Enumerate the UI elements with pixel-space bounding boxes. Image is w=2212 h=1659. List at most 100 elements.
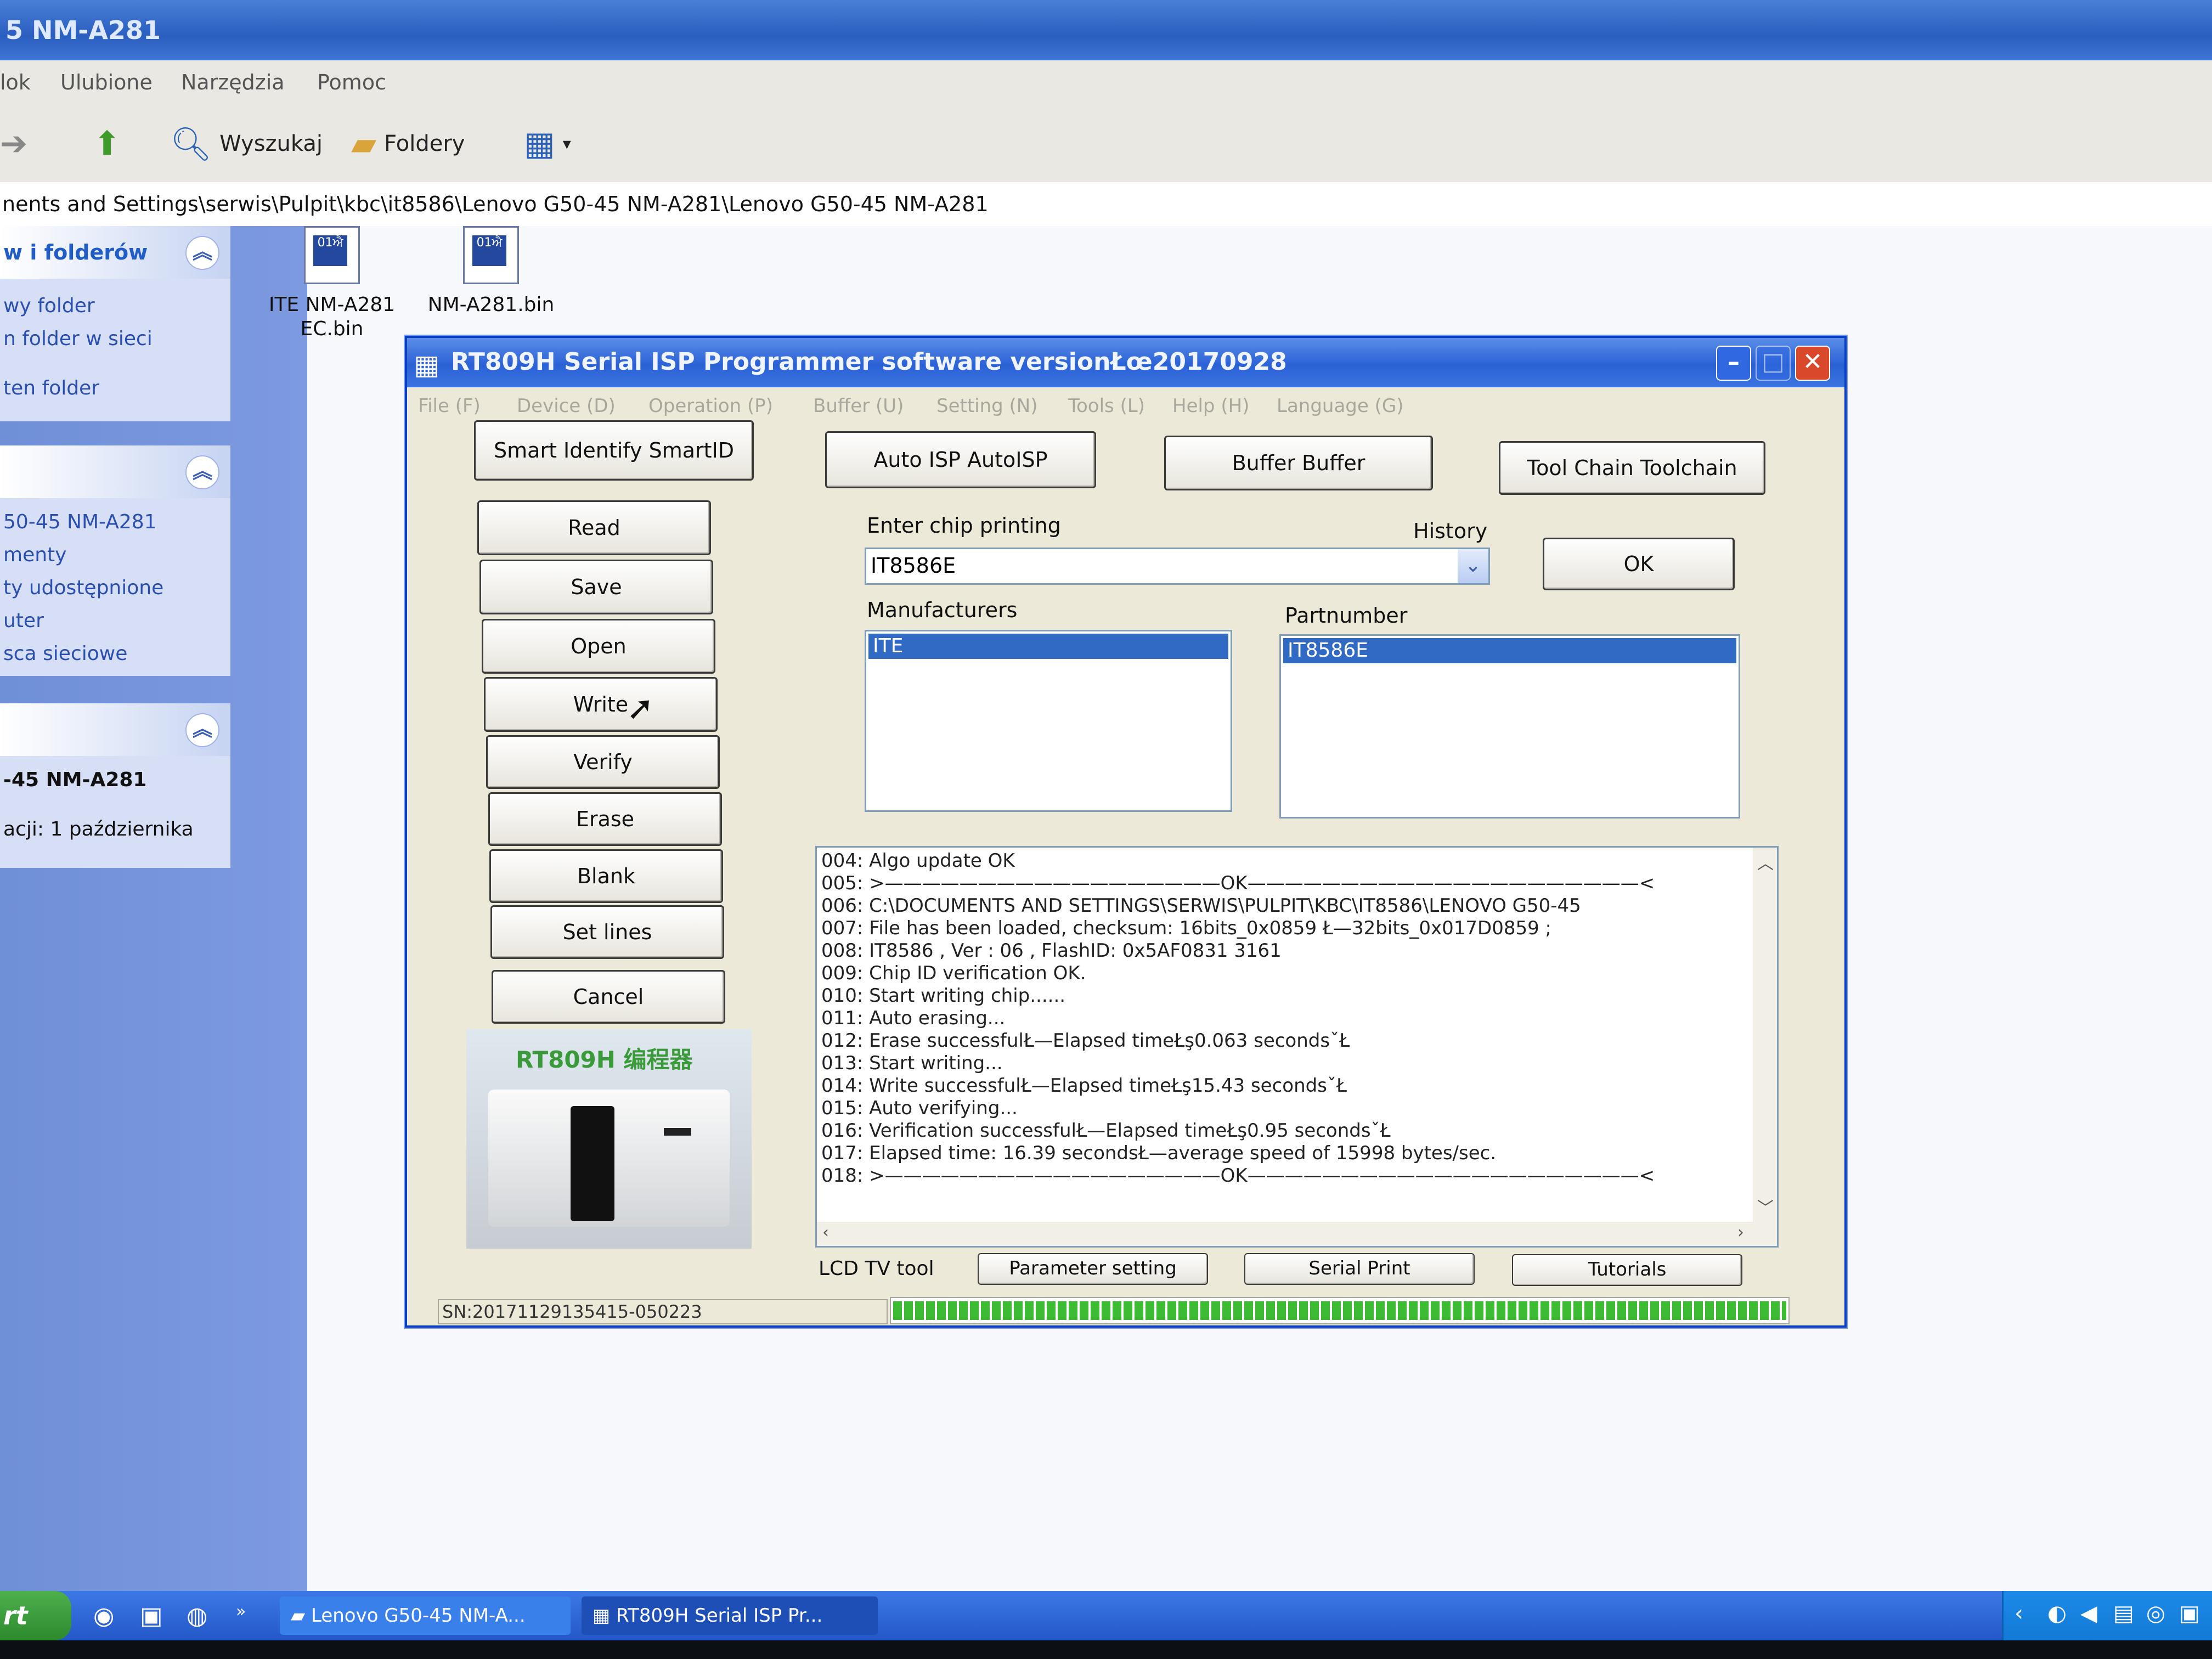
tray-display-icon[interactable]: ▤ [2113,1601,2134,1626]
manufacturers-list[interactable]: ITE [865,630,1232,812]
search-button[interactable]: 🔍︎ Wyszukaj [170,122,323,166]
file-item[interactable]: NM-A281.bin [411,226,571,317]
menu-operation[interactable]: Operation (P) [648,395,773,417]
log-line: 016: Verification successfulŁ—Elapsed ti… [821,1120,1391,1142]
auto-isp-button[interactable]: Auto ISP AutoISP [825,431,1096,488]
collapse-chevron-icon[interactable]: ︽ [185,236,219,270]
partnumber-list[interactable]: IT8586E [1279,634,1740,819]
menu-file[interactable]: File (F) [418,395,481,417]
log-line: 011: Auto erasing... [821,1007,1006,1029]
scroll-up-icon[interactable]: ︿ [1757,850,1774,874]
views-icon: ▦ [524,125,555,163]
programmer-image: RT809H 编程器 [466,1029,752,1249]
place-network[interactable]: sca sieciowe [0,637,230,670]
menu-view[interactable]: lok [0,70,31,94]
up-folder-button[interactable]: ⬆ [93,122,128,166]
partnumber-label: Partnumber [1285,603,1408,628]
close-button[interactable]: ✕ [1795,346,1830,381]
log-horizontal-scrollbar[interactable]: ‹ › [817,1222,1777,1246]
scroll-right-icon[interactable]: › [1737,1223,1744,1242]
open-button[interactable]: Open [482,619,715,674]
back-arrow-icon: ➔ [0,125,28,163]
search-label: Wyszukaj [219,131,323,156]
app-icon[interactable]: ▣ [140,1602,163,1630]
task-rt809h-label: RT809H Serial ISP Pr... [616,1605,823,1627]
log-line: 015: Auto verifying... [821,1097,1018,1119]
details-panel: ︽ -45 NM-A281 acji: 1 października [0,703,230,868]
place-computer[interactable]: uter [0,605,230,637]
folder-tasks-panel: w i folderów ︽ wy folder n folder w siec… [0,226,230,421]
other-places-head[interactable]: ︽ [0,445,230,498]
tray-arrow-icon[interactable]: ‹ [2015,1601,2023,1626]
menu-language[interactable]: Language (G) [1277,395,1403,417]
task-new-folder[interactable]: wy folder [0,290,230,323]
read-button[interactable]: Read [477,500,711,555]
log-vertical-scrollbar[interactable]: ︿ ﹀ [1753,848,1777,1246]
task-rt809h[interactable]: ▦ RT809H Serial ISP Pr... [582,1596,878,1635]
chevron-down-icon[interactable]: ⌄ [1458,549,1488,583]
blank-button[interactable]: Blank [489,849,723,903]
log-line: 008: IT8586 , Ver : 06 , FlashID: 0x5AF0… [821,940,1282,962]
menu-tools[interactable]: Tools (L) [1068,395,1145,417]
buffer-button[interactable]: Buffer Buffer [1164,436,1433,490]
tray-shield-icon[interactable]: ◎ [2146,1601,2165,1626]
tutorials-button[interactable]: Tutorials [1512,1254,1742,1286]
maximize-button[interactable]: □ [1756,346,1791,381]
views-button[interactable]: ▦ ▾ [524,122,571,166]
ok-button[interactable]: OK [1543,538,1735,590]
menu-tools[interactable]: Narzędzia [181,70,285,94]
collapse-chevron-icon[interactable]: ︽ [185,455,219,489]
search-icon: 🔍︎ [170,125,212,163]
dialog-titlebar[interactable]: ▦ RT809H Serial ISP Programmer software … [407,338,1844,387]
folders-button[interactable]: ▰ Foldery [351,122,465,166]
cancel-button[interactable]: Cancel [492,970,725,1024]
parameter-setting-button[interactable]: Parameter setting [978,1253,1208,1285]
log-output[interactable]: 004: Algo update OK 005: >——————————————… [815,846,1779,1248]
folder-tasks-title[interactable]: w i folderów ︽ [0,226,230,279]
ie-icon[interactable]: ◉ [93,1602,114,1630]
menu-buffer[interactable]: Buffer (U) [813,395,904,417]
scroll-left-icon[interactable]: ‹ [822,1223,829,1242]
partnumber-item-selected[interactable]: IT8586E [1283,638,1736,663]
smart-identify-button[interactable]: Smart Identify SmartID [474,420,754,481]
task-explorer[interactable]: ▰ Lenovo G50-45 NM-A... [280,1596,571,1635]
details-head[interactable]: ︽ [0,703,230,756]
place-parent-folder[interactable]: 50-45 NM-A281 [0,506,230,539]
minimize-button[interactable]: – [1716,346,1751,381]
more-icon[interactable]: » [236,1602,246,1621]
menu-device[interactable]: Device (D) [517,395,616,417]
browser-icon[interactable]: ◍ [187,1602,207,1630]
tray-app-icon[interactable]: ▣ [2179,1601,2200,1626]
task-share-folder[interactable]: ten folder [0,372,230,405]
chip-printing-combo[interactable]: IT8586E ⌄ [865,548,1490,585]
log-line: 006: C:\DOCUMENTS AND SETTINGS\SERWIS\PU… [821,895,1581,917]
rt809h-dialog: ▦ RT809H Serial ISP Programmer software … [405,336,1847,1328]
serial-print-button[interactable]: Serial Print [1244,1253,1475,1285]
tray-volume-icon[interactable]: ◀ [2080,1601,2097,1626]
place-documents[interactable]: menty [0,539,230,572]
back-button[interactable]: ➔ [0,122,35,166]
erase-button[interactable]: Erase [488,792,722,846]
scroll-down-icon[interactable]: ﹀ [1757,1194,1774,1218]
write-button[interactable]: Write [484,677,718,732]
file-item[interactable]: ITE NM-A281 EC.bin [252,226,411,341]
details-name: -45 NM-A281 [3,769,147,791]
start-button[interactable]: rt [0,1591,71,1640]
menu-help[interactable]: Help (H) [1172,395,1249,417]
set-lines-button[interactable]: Set lines [490,905,724,959]
save-button[interactable]: Save [479,560,713,614]
history-label: History [1413,519,1488,543]
menu-setting[interactable]: Setting (N) [936,395,1038,417]
manufacturer-item-selected[interactable]: ITE [868,634,1228,659]
address-bar[interactable]: nents and Settings\serwis\Pulpit\kbc\it8… [0,182,2212,228]
tray-network-icon[interactable]: ◐ [2047,1601,2067,1626]
folder-up-icon: ⬆ [93,125,121,163]
menu-help[interactable]: Pomoc [317,70,386,94]
task-publish-folder[interactable]: n folder w sieci [0,323,230,356]
menu-favorites[interactable]: Ulubione [60,70,153,94]
collapse-chevron-icon[interactable]: ︽ [185,713,219,747]
toolchain-button[interactable]: Tool Chain Toolchain [1499,441,1765,495]
verify-button[interactable]: Verify [486,735,720,789]
other-places-panel: ︽ 50-45 NM-A281 menty ty udostępnione ut… [0,445,230,676]
place-shared-documents[interactable]: ty udostępnione [0,572,230,605]
